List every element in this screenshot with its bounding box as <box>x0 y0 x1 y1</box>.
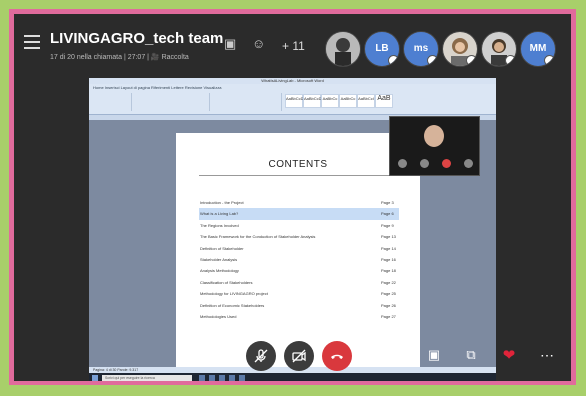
ribbon-tabs: Home Inserisci Layout di pagina Riferime… <box>93 85 222 90</box>
call-header: LIVINGAGRO_tech team 17 di 20 nella chia… <box>14 14 571 80</box>
participant-avatar-5[interactable] <box>481 31 517 67</box>
person-photo-icon <box>326 32 360 66</box>
toc-row: Definition of Stakeholder Page 14 <box>200 245 396 251</box>
pip-camera-icon[interactable] <box>420 159 429 168</box>
toc-row: Analysis Methodology Page 18 <box>200 268 396 274</box>
toc-row: Classification of Stakeholders Page 22 <box>200 279 396 285</box>
heading-divider <box>199 175 395 176</box>
teams-call-window: LIVINGAGRO_tech team 17 di 20 nella chia… <box>14 14 571 381</box>
paragraph-group <box>211 93 282 111</box>
taskbar-app-icon <box>209 375 215 381</box>
taskbar-app-icon <box>219 375 225 381</box>
style-heading-1: AaBbCc <box>321 94 339 108</box>
mute-button[interactable] <box>246 341 276 371</box>
stage-left <box>14 78 89 381</box>
pip-mic-icon[interactable] <box>398 159 407 168</box>
mic-icon <box>544 55 555 66</box>
mic-icon <box>466 55 477 66</box>
meeting-title: LIVINGAGRO_tech team <box>50 30 224 47</box>
self-video-tile[interactable] <box>389 116 480 176</box>
taskbar-search: Scrivi qui per eseguire la ricerca <box>102 375 192 381</box>
taskbar-app-icon <box>229 375 235 381</box>
hangup-button[interactable] <box>322 341 352 371</box>
toc-row: Stakeholder Analysis Page 16 <box>200 256 396 262</box>
toc-row: Introduction - the Project Page 3 <box>200 200 394 205</box>
more-options-icon[interactable]: ⋯ <box>537 345 557 365</box>
style-title: AaB <box>375 94 393 108</box>
toc-row-selected: What is a Living Lab? Page 6 <box>199 208 399 220</box>
font-group <box>133 93 210 111</box>
toc-row: Methodologies Used Page 27 <box>200 313 396 319</box>
camera-off-icon <box>292 349 306 363</box>
more-participants-count[interactable]: + 11 <box>282 39 305 53</box>
clipboard-group <box>91 93 132 111</box>
toc-row: Definition of Economic Stakeholders Page … <box>200 302 396 308</box>
mic-icon <box>427 55 438 66</box>
layout-icon[interactable]: ▣ <box>224 36 236 52</box>
meeting-subtitle: 17 di 20 nella chiamata | 27:07 | 🎥 Racc… <box>50 54 189 61</box>
participants-icon[interactable]: ☺ <box>252 36 265 51</box>
toc-row: The Basic Framework for the Conduction o… <box>200 234 396 240</box>
participant-avatar-6[interactable]: MM <box>520 31 556 67</box>
style-heading-2: AaBbCc <box>339 94 357 108</box>
person-video-icon <box>424 125 444 147</box>
camera-button[interactable] <box>284 341 314 371</box>
taskbar-app-icon <box>199 375 205 381</box>
menu-icon[interactable] <box>24 35 40 49</box>
windows-start-icon <box>92 375 98 381</box>
windows-taskbar: Scrivi qui per eseguire la ricerca <box>89 373 496 381</box>
participant-avatar-1[interactable] <box>325 31 361 67</box>
share-screen-icon[interactable]: ⧉ <box>461 345 481 365</box>
word-ribbon: Home Inserisci Layout di pagina Riferime… <box>89 84 496 115</box>
stage-right <box>496 78 571 381</box>
participant-avatar-4[interactable] <box>442 31 478 67</box>
heart-reaction-icon[interactable]: ❤ <box>499 345 519 365</box>
style-no-spacing: AaBbCcDc <box>303 94 324 108</box>
style-subtitle: AaBbCcI <box>357 94 375 108</box>
toc-row: Methodology for LIVINGAGRO project Page 2… <box>200 291 396 297</box>
contents-heading: CONTENTS <box>268 159 328 170</box>
style-normal: AaBbCcDc <box>285 94 306 108</box>
mic-off-icon <box>254 349 268 363</box>
pip-share-icon[interactable] <box>464 159 473 168</box>
mic-icon <box>388 55 399 66</box>
table-of-contents: Introduction - the Project Page 3 What is… <box>199 197 399 322</box>
taskbar-app-icon <box>239 375 245 381</box>
phone-hangup-icon <box>331 354 343 359</box>
participant-avatar-3[interactable]: ms <box>403 31 439 67</box>
participant-avatar-2[interactable]: LB <box>364 31 400 67</box>
chat-icon[interactable]: ▣ <box>424 345 444 365</box>
pip-hangup-icon[interactable] <box>442 159 451 168</box>
toc-row: The Regions Involved Page 9 <box>200 222 394 228</box>
mic-icon <box>505 55 516 66</box>
